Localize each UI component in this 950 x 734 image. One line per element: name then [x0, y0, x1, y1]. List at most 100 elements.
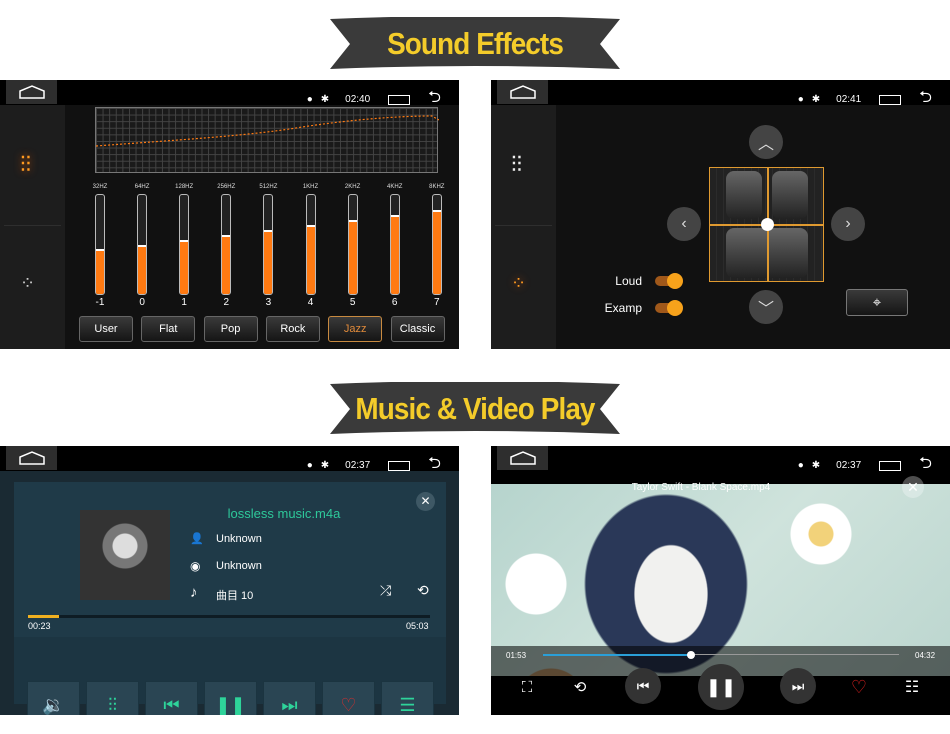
pause-button[interactable]: ❚❚ — [204, 681, 257, 715]
home-icon — [509, 85, 536, 99]
down-arrow-button[interactable]: ﹀ — [749, 290, 783, 324]
pause-button[interactable]: ❚❚ — [698, 664, 744, 710]
home-icon — [509, 451, 536, 465]
balance-screen: ● ✱ 02:41 ⮌ ⫶⫶ ⁘ ︿ ‹ › ﹀ Loud Examp ⌖ — [491, 80, 950, 349]
player-card: ✕ lossless music.m4a 👤 Unknown ◉ Unknown… — [14, 482, 446, 715]
previous-icon: ⏮ — [636, 677, 650, 694]
shuffle-icon[interactable]: ⤮ — [380, 582, 391, 599]
examp-toggle[interactable] — [655, 300, 683, 316]
band-slider[interactable] — [431, 194, 442, 295]
video-player-screen: ● ✱ 02:37 ⮌ Taylor Swift - Blank Space.mp… — [491, 446, 950, 715]
location-icon: ● — [797, 94, 804, 105]
preset-user-button[interactable]: User — [79, 316, 133, 342]
previous-button[interactable]: ⏮ — [625, 668, 661, 704]
preset-jazz-button[interactable]: Jazz — [328, 316, 383, 342]
examp-label: Examp — [604, 301, 642, 315]
band-slider-fill — [96, 249, 104, 294]
recent-apps-icon[interactable] — [879, 94, 902, 105]
home-icon — [18, 451, 45, 465]
next-icon: ⏭ — [791, 677, 805, 694]
band-slider-fill — [138, 244, 147, 294]
band-slider[interactable] — [347, 194, 358, 295]
pause-icon: ❚❚ — [705, 676, 737, 697]
previous-button[interactable]: ⏮ — [145, 681, 198, 715]
back-icon[interactable]: ⮌ — [919, 86, 932, 113]
recent-apps-icon[interactable] — [388, 460, 411, 471]
target-icon: ⌖ — [872, 294, 882, 311]
close-button[interactable]: ✕ — [902, 476, 924, 498]
recent-apps-icon[interactable] — [388, 94, 411, 105]
banner-title: Sound Effects — [387, 26, 564, 61]
status-bar: ● ✱ 02:40 ⮌ — [0, 80, 459, 106]
band-slider-fill — [264, 229, 273, 294]
pause-icon: ❚❚ — [215, 694, 246, 715]
balance-point-handle[interactable] — [761, 218, 774, 231]
band-slider-fill — [180, 239, 189, 294]
favorite-button[interactable]: ♡ — [847, 676, 871, 698]
progress-bar[interactable] — [28, 615, 430, 618]
band-slider[interactable] — [137, 194, 148, 295]
equalizer-button[interactable]: ⫶⫶ — [86, 681, 139, 715]
playlist-button[interactable]: ☷ — [901, 676, 923, 698]
band-value: 3 — [265, 297, 272, 308]
band-value: 4 — [307, 297, 314, 308]
band-slider[interactable] — [221, 194, 232, 295]
home-button[interactable] — [6, 80, 57, 104]
up-arrow-button[interactable]: ︿ — [749, 125, 783, 159]
home-button[interactable] — [497, 80, 548, 104]
band-frequency: 256HZ — [217, 184, 236, 190]
next-button[interactable]: ⏭ — [263, 681, 316, 715]
reset-center-button[interactable]: ⌖ — [846, 289, 908, 316]
sidebar: ⫶⫶ ⁘ — [491, 105, 556, 349]
band-slider[interactable] — [305, 194, 316, 295]
preset-flat-button[interactable]: Flat — [141, 316, 196, 342]
back-icon[interactable]: ⮌ — [919, 452, 932, 479]
home-button[interactable] — [497, 446, 548, 470]
repeat-mode-button[interactable]: ⟲ — [569, 677, 591, 697]
preset-classic-button[interactable]: Classic — [390, 316, 445, 342]
video-seek-bar[interactable] — [543, 651, 899, 659]
crop-screenshot-button[interactable]: ⛶ — [517, 677, 537, 697]
band-value: 2 — [223, 297, 230, 308]
repeat-all-icon[interactable]: ⟲ — [417, 582, 429, 599]
speaker-balance-tab-icon[interactable]: ⁘ — [511, 273, 526, 294]
loud-toggle[interactable] — [655, 273, 683, 289]
eq-band-4khz: 4KHZ 6 — [380, 184, 410, 308]
band-frequency: 128HZ — [175, 184, 194, 190]
equalizer-tab-icon[interactable]: ⫶⫶ — [511, 152, 522, 178]
eq-band-512hz: 512HZ 3 — [253, 184, 283, 308]
right-arrow-button[interactable]: › — [831, 207, 865, 241]
track-number: 曲目 10 — [216, 590, 254, 602]
sound-effects-banner: Sound Effects — [330, 17, 620, 71]
speaker-balance-tab-icon[interactable]: ⁘ — [20, 273, 35, 294]
total-time: 04:32 — [915, 651, 936, 660]
clock: 02:37 — [836, 460, 862, 471]
band-slider[interactable] — [263, 194, 274, 295]
bluetooth-icon: ✱ — [320, 94, 330, 105]
eq-band-32hz: 32HZ -1 — [85, 184, 115, 308]
home-icon — [18, 85, 45, 99]
close-button[interactable]: ✕ — [416, 492, 435, 511]
next-button[interactable]: ⏭ — [780, 668, 816, 704]
home-button[interactable] — [6, 446, 57, 470]
equalizer-tab-icon[interactable]: ⫶⫶ — [20, 152, 31, 178]
preset-pop-button[interactable]: Pop — [203, 316, 258, 342]
band-slider[interactable] — [95, 194, 105, 295]
status-bar: ● ✱ 02:37 ⮌ — [491, 446, 950, 472]
loud-label: Loud — [615, 274, 642, 288]
clock: 02:40 — [345, 94, 371, 105]
left-arrow-button[interactable]: ‹ — [667, 207, 701, 241]
volume-button[interactable]: 🔉 — [27, 681, 80, 715]
location-icon: ● — [306, 460, 313, 471]
band-slider-fill — [390, 214, 399, 294]
seat-balance-grid[interactable] — [709, 167, 824, 282]
recent-apps-icon[interactable] — [879, 460, 902, 471]
band-slider[interactable] — [179, 194, 190, 295]
seek-handle[interactable] — [686, 651, 695, 659]
favorite-button[interactable]: ♡ — [322, 681, 375, 715]
band-frequency: 1KHZ — [302, 184, 319, 190]
band-slider[interactable] — [389, 194, 400, 295]
preset-rock-button[interactable]: Rock — [265, 316, 320, 342]
playlist-button[interactable]: ☰ — [381, 681, 434, 715]
back-icon[interactable]: ⮌ — [428, 452, 441, 479]
